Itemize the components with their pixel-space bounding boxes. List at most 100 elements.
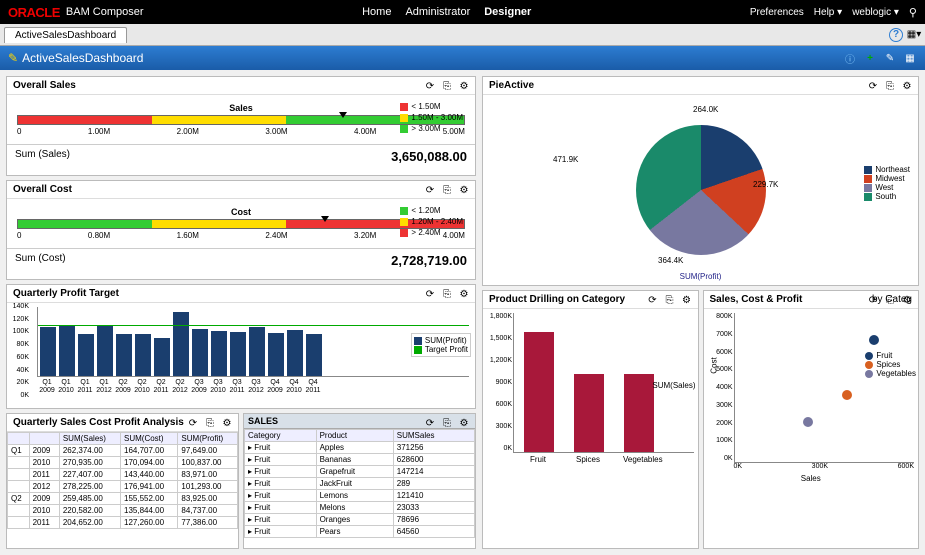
panel-overall-sales: ⟳⎘⚙ Overall Sales Sales 01.00M2.00M3.00M… bbox=[6, 76, 476, 176]
table-row: 2012278,225.00176,941.00101,293.00 bbox=[8, 481, 238, 493]
panel-header: PieActive bbox=[483, 77, 918, 95]
info-icon[interactable]: ⓘ bbox=[843, 51, 857, 65]
scatter-dot-spices bbox=[842, 390, 852, 400]
x-axis-labels: FruitSpicesVegetables bbox=[523, 455, 698, 464]
dropdown-icon[interactable]: ▦▾ bbox=[907, 28, 921, 42]
dashboard-title-bar: ✎ ActiveSalesDashboard ⓘ + ✎ ▦ bbox=[0, 46, 925, 70]
config-icon[interactable]: ⚙ bbox=[457, 287, 471, 301]
tab-active-sales-dashboard[interactable]: ActiveSalesDashboard bbox=[4, 27, 127, 43]
table-row: ▸ FruitPears64560 bbox=[245, 526, 475, 538]
table-row: Q22009259,485.00155,552.0083,925.00 bbox=[8, 493, 238, 505]
nav-home[interactable]: Home bbox=[362, 6, 391, 18]
table-row: ▸ FruitGrapefruit147214 bbox=[245, 466, 475, 478]
dashboard-title: ActiveSalesDashboard bbox=[22, 51, 143, 65]
search-icon[interactable]: ⚲ bbox=[909, 6, 917, 19]
copy-icon[interactable]: ⎘ bbox=[440, 79, 454, 93]
grid-icon[interactable]: ▦ bbox=[903, 51, 917, 65]
gauge-title: Cost bbox=[17, 207, 465, 217]
gauge-title: Sales bbox=[17, 103, 465, 113]
sum-cost-value: 2,728,719.00 bbox=[391, 253, 467, 268]
x-axis-label: Sales bbox=[704, 474, 919, 483]
panel-header: Overall Sales bbox=[7, 77, 475, 95]
copy-icon[interactable]: ⎘ bbox=[440, 416, 454, 430]
gauge-ticks: 01.00M2.00M3.00M4.00M5.00M bbox=[17, 127, 465, 136]
refresh-icon[interactable]: ⟳ bbox=[423, 183, 437, 197]
tab-strip: ActiveSalesDashboard ? ▦▾ bbox=[0, 24, 925, 46]
copy-icon[interactable]: ⎘ bbox=[440, 183, 454, 197]
pie-label: 471.9K bbox=[553, 155, 578, 164]
panel-header: Quarterly Profit Target bbox=[7, 285, 475, 303]
config-icon[interactable]: ⚙ bbox=[457, 416, 471, 430]
help-menu[interactable]: Help ▾ bbox=[814, 7, 842, 18]
preferences-link[interactable]: Preferences bbox=[750, 7, 804, 18]
nav-administrator[interactable]: Administrator bbox=[405, 6, 470, 18]
bottom-row: ⟳⎘⚙ Product Drilling on Category 1,800K1… bbox=[482, 290, 919, 549]
table-row: 2010270,935.00170,094.00100,837.00 bbox=[8, 457, 238, 469]
panel-quarterly-profit: ⟳⎘⚙ Quarterly Profit Target 140K120K100K… bbox=[6, 284, 476, 409]
add-icon[interactable]: + bbox=[863, 51, 877, 65]
y-axis-ticks: 140K120K100K80K60K40K20K0K bbox=[7, 303, 29, 399]
pie-chart bbox=[636, 125, 766, 255]
config-icon[interactable]: ⚙ bbox=[220, 416, 234, 430]
config-icon[interactable]: ⚙ bbox=[457, 183, 471, 197]
panel-product-drilling: ⟳⎘⚙ Product Drilling on Category 1,800K1… bbox=[482, 290, 699, 549]
copy-icon[interactable]: ⎘ bbox=[883, 79, 897, 93]
copy-icon[interactable]: ⎘ bbox=[883, 293, 897, 307]
config-icon[interactable]: ⚙ bbox=[900, 293, 914, 307]
table-row: ▸ FruitMelons23033 bbox=[245, 502, 475, 514]
product-name: BAM Composer bbox=[66, 6, 144, 18]
help-icon[interactable]: ? bbox=[889, 28, 903, 42]
refresh-icon[interactable]: ⟳ bbox=[186, 416, 200, 430]
top-right: Preferences Help ▾ weblogic ▾ ⚲ bbox=[750, 6, 917, 19]
panel-overall-cost: ⟳⎘⚙ Overall Cost Cost 00.80M1.60M2.40M3.… bbox=[6, 180, 476, 280]
scatter-legend: Fruit Spices Vegetables bbox=[865, 351, 916, 378]
x-axis-labels: Q1 2009Q1 2010Q1 2011Q1 2012Q2 2009Q2 20… bbox=[39, 379, 469, 395]
sum-row: Sum (Cost) 2,728,719.00 bbox=[7, 248, 475, 272]
nav-designer[interactable]: Designer bbox=[484, 6, 531, 18]
x-axis-ticks: 0K300K600K bbox=[734, 463, 915, 470]
y-axis-ticks: 1,800K1,500K1,200K900K600K300K0K bbox=[484, 313, 512, 452]
pie-label: 229.7K bbox=[753, 180, 778, 189]
table-row: Q12009262,374.00164,707.0097,649.00 bbox=[8, 445, 238, 457]
workspace: ⟳⎘⚙ Overall Sales Sales 01.00M2.00M3.00M… bbox=[0, 70, 925, 555]
copy-icon[interactable]: ⎘ bbox=[663, 293, 677, 307]
qscp-table[interactable]: SUM(Sales)SUM(Cost)SUM(Profit) Q12009262… bbox=[7, 432, 238, 529]
panel-qscp: ⟳⎘⚙ Quarterly Sales Cost Profit Analysis… bbox=[6, 413, 239, 549]
y-axis-ticks: 800K700K600K500K400K300K200K100K0K bbox=[707, 313, 733, 462]
table-row: ▸ FruitBananas628600 bbox=[245, 454, 475, 466]
table-row: ▸ FruitOranges78696 bbox=[245, 514, 475, 526]
sales-table[interactable]: CategoryProductSUMSales ▸ FruitApples371… bbox=[244, 429, 475, 538]
sum-sales-value: 3,650,088.00 bbox=[391, 149, 467, 164]
scatter-dot-fruit bbox=[869, 335, 879, 345]
refresh-icon[interactable]: ⟳ bbox=[423, 416, 437, 430]
oracle-logo: ORACLE bbox=[8, 5, 60, 20]
right-column: ⟳⎘⚙ PieActive 264.0K 229.7K 364.4K 471.9… bbox=[482, 76, 919, 549]
sales-gauge bbox=[17, 115, 465, 125]
gauge-ticks: 00.80M1.60M2.40M3.20M4.00M bbox=[17, 231, 465, 240]
copy-icon[interactable]: ⎘ bbox=[203, 416, 217, 430]
refresh-icon[interactable]: ⟳ bbox=[646, 293, 660, 307]
user-menu[interactable]: weblogic ▾ bbox=[852, 7, 899, 18]
top-nav: Home Administrator Designer bbox=[362, 6, 531, 18]
config-icon[interactable]: ⚙ bbox=[457, 79, 471, 93]
pie-legend: Northeast Midwest West South bbox=[864, 165, 910, 201]
left-column: ⟳⎘⚙ Overall Sales Sales 01.00M2.00M3.00M… bbox=[6, 76, 476, 549]
copy-icon[interactable]: ⎘ bbox=[440, 287, 454, 301]
refresh-icon[interactable]: ⟳ bbox=[423, 79, 437, 93]
gauge-legend: < 1.50M 1.50M - 3.00M > 3.00M bbox=[400, 101, 463, 134]
refresh-icon[interactable]: ⟳ bbox=[423, 287, 437, 301]
table-row: 2010220,582.00135,844.0084,737.00 bbox=[8, 505, 238, 517]
sum-row: Sum (Sales) 3,650,088.00 bbox=[7, 144, 475, 168]
target-line bbox=[38, 325, 469, 326]
table-row: ▸ FruitLemons121410 bbox=[245, 490, 475, 502]
gauge-legend: < 1.20M 1.20M - 2.40M > 2.40M bbox=[400, 205, 463, 238]
pie-label: 264.0K bbox=[693, 105, 718, 114]
config-icon[interactable]: ⚙ bbox=[900, 79, 914, 93]
refresh-icon[interactable]: ⟳ bbox=[866, 79, 880, 93]
scatter-plot: 800K700K600K500K400K300K200K100K0K bbox=[734, 313, 915, 463]
edit-icon[interactable]: ✎ bbox=[883, 51, 897, 65]
refresh-icon[interactable]: ⟳ bbox=[866, 293, 880, 307]
config-icon[interactable]: ⚙ bbox=[680, 293, 694, 307]
table-row: ▸ FruitJackFruit289 bbox=[245, 478, 475, 490]
cost-gauge bbox=[17, 219, 465, 229]
